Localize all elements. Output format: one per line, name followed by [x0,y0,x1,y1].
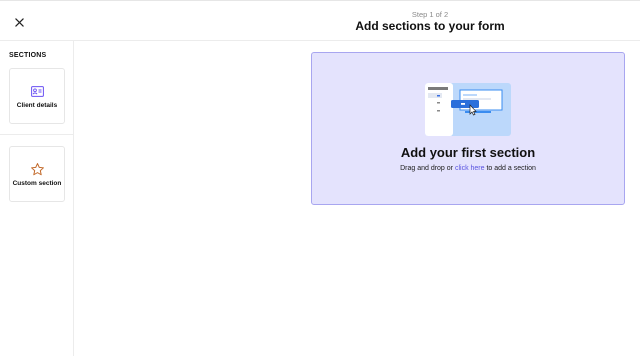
sidebar-divider [0,134,73,135]
client-card-icon [30,83,44,99]
section-card-label: Custom section [12,180,62,187]
dropzone-desc-text: Drag and drop or [400,165,453,172]
dropzone-desc-text: to add a section [486,165,536,172]
dropzone-title: Add your first section [400,145,536,160]
form-builder-illustration [425,83,511,136]
dropzone-description: Drag and drop or click here to add a sec… [312,165,624,172]
star-icon [30,161,45,177]
click-here-link[interactable]: click here [455,165,485,172]
section-card-client-details[interactable]: Client details [9,68,65,124]
sections-sidebar: SECTIONS Client details Custom section [0,41,74,356]
section-dropzone[interactable]: Add your first section Drag and drop or … [311,52,625,205]
section-card-label: Client details [16,102,58,109]
step-indicator: Step 1 of 2 [411,10,449,19]
top-bar: Step 1 of 2 Add sections to your form [0,0,640,41]
close-button[interactable] [10,13,28,31]
close-icon [14,17,24,27]
sidebar-heading: SECTIONS [9,52,47,59]
section-card-custom-section[interactable]: Custom section [9,146,65,202]
page-title: Add sections to your form [355,19,505,33]
